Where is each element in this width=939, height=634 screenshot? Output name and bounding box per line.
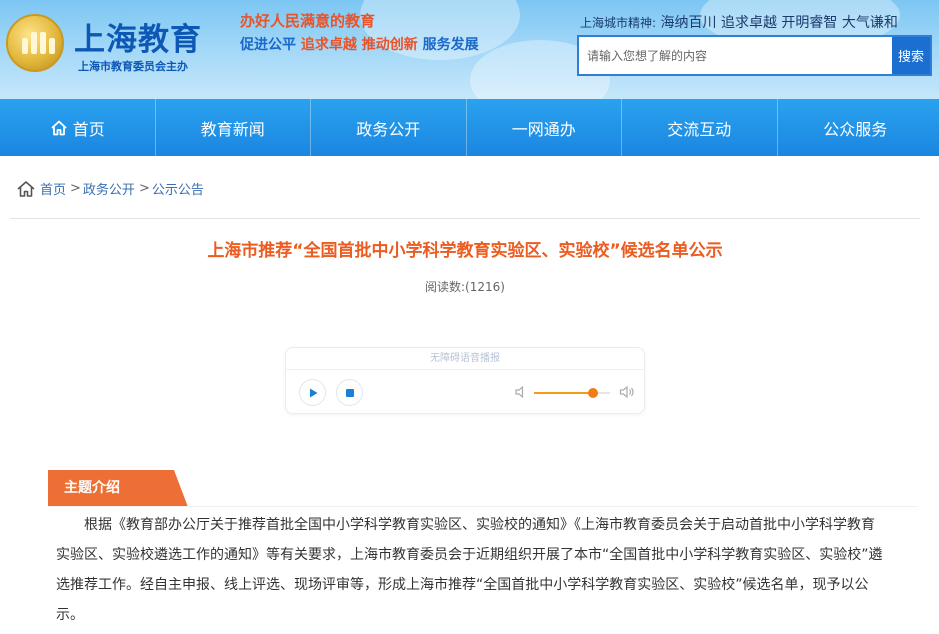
city-spirit-text: 海纳百川 追求卓越 开明睿智 大气谦和 — [660, 15, 898, 31]
volume-high-icon[interactable] — [619, 385, 635, 399]
search-button[interactable]: 搜索 — [892, 37, 930, 74]
breadcrumb-link-home[interactable]: 首页 — [40, 179, 66, 198]
breadcrumb: 首页 > 政务公开 > 公示公告 — [16, 179, 204, 198]
slogan-part: 追求卓越 — [300, 37, 357, 53]
search-input[interactable] — [579, 37, 892, 74]
stop-button[interactable] — [336, 379, 363, 406]
nav-item-government-affairs[interactable]: 政务公开 — [311, 99, 467, 156]
slogan-part: 服务发展 — [422, 37, 479, 53]
audio-player-label: 无障碍语音播报 — [286, 348, 644, 370]
volume-slider-handle[interactable] — [588, 388, 599, 398]
logo-emblem-icon[interactable] — [6, 14, 64, 72]
nav-item-interaction[interactable]: 交流互动 — [622, 99, 778, 156]
nav-item-one-stop-service[interactable]: 一网通办 — [467, 99, 622, 156]
city-spirit-label: 上海城市精神: — [580, 16, 657, 30]
divider — [10, 218, 920, 219]
audio-player: 无障碍语音播报 — [285, 347, 645, 414]
breadcrumb-separator: > — [70, 181, 81, 196]
article-title: 上海市推荐“全国首批中小学科学教育实验区、实验校”候选名单公示 — [207, 241, 723, 261]
nav-item-label: 一网通办 — [511, 119, 576, 139]
nav-item-label: 教育新闻 — [200, 119, 265, 139]
section-divider — [48, 506, 918, 507]
site-header: 上海教育 上海市教育委员会主办 办好人民满意的教育 促进公平 追求卓越 推动创新… — [0, 0, 939, 99]
slogan-part: 推动创新 — [361, 37, 418, 53]
home-icon — [51, 120, 67, 135]
volume-slider-fill — [534, 392, 594, 394]
nav-item-label: 首页 — [72, 119, 105, 139]
nav-item-label: 公众服务 — [823, 119, 888, 139]
article-body-text: 根据《教育部办公厅关于推荐首批全国中小学科学教育实验区、实验校的通知》《上海市教… — [56, 517, 883, 623]
section-tab-topic-intro: 主题介绍 — [48, 470, 188, 507]
volume-low-icon[interactable] — [514, 385, 528, 399]
play-icon — [309, 388, 317, 397]
nav-item-label: 政务公开 — [356, 119, 421, 139]
nav-item-public-service[interactable]: 公众服务 — [778, 99, 934, 156]
nav-item-education-news[interactable]: 教育新闻 — [156, 99, 311, 156]
city-spirit: 上海城市精神: 海纳百川 追求卓越 开明睿智 大气谦和 — [580, 12, 898, 32]
play-button[interactable] — [299, 379, 326, 406]
read-count: 阅读数:(1216) — [425, 280, 505, 294]
slogan-part: 促进公平 — [240, 37, 296, 53]
slogan-secondary: 促进公平 追求卓越 推动创新 服务发展 — [240, 34, 479, 54]
site-logo-subtitle: 上海市教育委员会主办 — [78, 60, 188, 73]
main-nav: 首页 教育新闻 政务公开 一网通办 交流互动 公众服务 — [0, 99, 939, 156]
nav-item-label: 交流互动 — [667, 119, 732, 139]
breadcrumb-link-government-affairs[interactable]: 政务公开 — [83, 179, 135, 198]
slogan-main: 办好人民满意的教育 — [240, 12, 376, 30]
volume-slider[interactable] — [534, 388, 610, 398]
breadcrumb-separator: > — [138, 181, 150, 196]
nav-item-home[interactable]: 首页 — [0, 99, 156, 156]
breadcrumb-link-announcements[interactable]: 公示公告 — [152, 179, 204, 198]
home-icon[interactable] — [16, 180, 36, 198]
search-box: 搜索 — [577, 35, 932, 76]
site-logo-title[interactable]: 上海教育 — [74, 14, 202, 59]
stop-icon — [345, 388, 354, 397]
